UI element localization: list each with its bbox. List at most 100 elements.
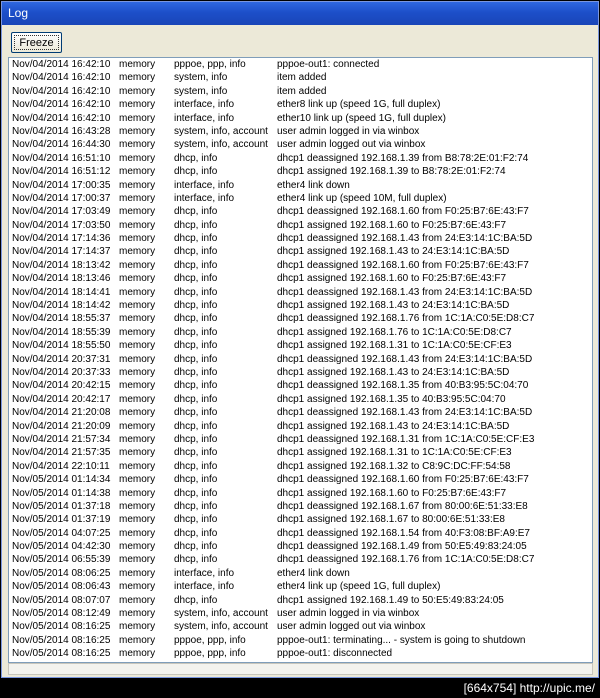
log-topics: dhcp, info bbox=[174, 152, 218, 164]
log-row[interactable]: Nov/04/2014 21:57:34 memory dhcp, info dhcp… bbox=[9, 433, 592, 446]
log-row[interactable]: Nov/04/2014 16:44:30 memory system, info, … bbox=[9, 138, 592, 151]
log-row[interactable]: Nov/04/2014 21:20:08 memory dhcp, info dhcp… bbox=[9, 406, 592, 419]
log-message: dhcp1 deassigned 192.168.1.49 from 50:E5… bbox=[277, 541, 527, 553]
log-buffer: memory bbox=[119, 634, 156, 646]
log-time: Nov/04/2014 20:37:33 bbox=[12, 366, 111, 378]
log-buffer: memory bbox=[119, 192, 156, 204]
log-row[interactable]: Nov/05/2014 01:37:19 memory dhcp, info dhcp… bbox=[9, 513, 592, 526]
log-buffer: memory bbox=[119, 166, 156, 178]
log-buffer: memory bbox=[119, 246, 156, 258]
log-row[interactable]: Nov/04/2014 17:14:37 memory dhcp, info dhcp… bbox=[9, 245, 592, 258]
log-time: Nov/04/2014 16:42:10 bbox=[12, 99, 111, 111]
log-row[interactable]: Nov/04/2014 20:42:15 memory dhcp, info dhcp… bbox=[9, 379, 592, 392]
toolbar: Freeze bbox=[2, 25, 598, 56]
log-message: user admin logged in via winbox bbox=[277, 125, 420, 137]
log-message: dhcp1 deassigned 192.168.1.31 from 1C:1A… bbox=[277, 433, 535, 445]
log-time: Nov/05/2014 08:07:07 bbox=[12, 594, 111, 606]
log-row[interactable]: Nov/05/2014 08:16:25 memory pppoe, ppp, in… bbox=[9, 634, 592, 647]
log-row[interactable]: Nov/04/2014 16:42:10 memory pppoe, ppp, in… bbox=[9, 58, 592, 71]
log-row[interactable]: Nov/05/2014 01:14:38 memory dhcp, info dhcp… bbox=[9, 487, 592, 500]
log-row[interactable]: Nov/04/2014 22:10:11 memory dhcp, info dhcp… bbox=[9, 460, 592, 473]
log-row[interactable]: Nov/04/2014 18:14:42 memory dhcp, info dhcp… bbox=[9, 299, 592, 312]
log-row[interactable]: Nov/04/2014 16:42:10 memory interface, inf… bbox=[9, 98, 592, 111]
log-topics: dhcp, info bbox=[174, 300, 218, 312]
log-message: dhcp1 deassigned 192.168.1.76 from 1C:1A… bbox=[277, 554, 535, 566]
log-message: dhcp1 assigned 192.168.1.43 to 24:E3:14:… bbox=[277, 246, 510, 258]
log-message: dhcp1 assigned 192.168.1.60 to F0:25:B7:… bbox=[277, 273, 507, 285]
log-topics: pppoe, ppp, info bbox=[174, 59, 246, 70]
log-buffer: memory bbox=[119, 541, 156, 553]
log-row[interactable]: Nov/05/2014 08:16:25 memory system, info, … bbox=[9, 620, 592, 633]
log-row[interactable]: Nov/04/2014 20:42:17 memory dhcp, info dhcp… bbox=[9, 393, 592, 406]
log-row[interactable]: Nov/04/2014 20:37:31 memory dhcp, info dhcp… bbox=[9, 353, 592, 366]
log-row[interactable]: Nov/04/2014 17:00:37 memory interface, inf… bbox=[9, 192, 592, 205]
log-time: Nov/04/2014 16:43:28 bbox=[12, 125, 111, 137]
log-topics: dhcp, info bbox=[174, 219, 218, 231]
log-row[interactable]: Nov/05/2014 08:16:25 memory pppoe, ppp, in… bbox=[9, 647, 592, 660]
log-topics: dhcp, info bbox=[174, 206, 218, 218]
log-row[interactable]: Nov/04/2014 21:20:09 memory dhcp, info dhcp… bbox=[9, 420, 592, 433]
log-time: Nov/04/2014 17:00:35 bbox=[12, 179, 111, 191]
log-row[interactable]: Nov/04/2014 16:51:10 memory dhcp, info dhcp… bbox=[9, 152, 592, 165]
log-row[interactable]: Nov/04/2014 18:55:37 memory dhcp, info dhcp… bbox=[9, 312, 592, 325]
log-message: dhcp1 assigned 192.168.1.67 to 80:00:6E:… bbox=[277, 514, 505, 526]
window-title: Log bbox=[2, 2, 598, 25]
log-message: dhcp1 assigned 192.168.1.43 to 24:E3:14:… bbox=[277, 366, 510, 378]
log-row[interactable]: Nov/05/2014 01:14:34 memory dhcp, info dhcp… bbox=[9, 473, 592, 486]
log-buffer: memory bbox=[119, 380, 156, 392]
log-topics: dhcp, info bbox=[174, 487, 218, 499]
log-time: Nov/04/2014 20:42:17 bbox=[12, 393, 111, 405]
log-row[interactable]: Nov/04/2014 18:13:42 memory dhcp, info dhcp… bbox=[9, 259, 592, 272]
log-row[interactable]: Nov/04/2014 16:42:10 memory system, info it… bbox=[9, 71, 592, 84]
log-row[interactable]: Nov/04/2014 16:42:10 memory interface, inf… bbox=[9, 112, 592, 125]
log-row[interactable]: Nov/04/2014 18:13:46 memory dhcp, info dhcp… bbox=[9, 272, 592, 285]
freeze-button[interactable]: Freeze bbox=[11, 32, 62, 53]
log-row[interactable]: Nov/05/2014 06:55:39 memory dhcp, info dhcp… bbox=[9, 553, 592, 566]
log-buffer: memory bbox=[119, 340, 156, 352]
log-topics: dhcp, info bbox=[174, 233, 218, 245]
log-row[interactable]: Nov/04/2014 16:42:10 memory system, info it… bbox=[9, 85, 592, 98]
log-row[interactable]: Nov/04/2014 17:03:50 memory dhcp, info dhcp… bbox=[9, 219, 592, 232]
log-buffer: memory bbox=[119, 393, 156, 405]
log-buffer: memory bbox=[119, 286, 156, 298]
log-topics: system, info, account bbox=[174, 608, 268, 620]
log-message: dhcp1 assigned 192.168.1.31 to 1C:1A:C0:… bbox=[277, 447, 512, 459]
log-message: dhcp1 deassigned 192.168.1.43 from 24:E3… bbox=[277, 407, 533, 419]
log-row[interactable]: Nov/04/2014 16:51:12 memory dhcp, info dhcp… bbox=[9, 165, 592, 178]
log-row[interactable]: Nov/04/2014 16:43:28 memory system, info, … bbox=[9, 125, 592, 138]
log-row[interactable]: Nov/04/2014 20:37:33 memory dhcp, info dhcp… bbox=[9, 366, 592, 379]
log-message: dhcp1 deassigned 192.168.1.54 from 40:F3… bbox=[277, 527, 530, 539]
log-row[interactable]: Nov/05/2014 08:06:25 memory interface, inf… bbox=[9, 567, 592, 580]
log-topics: interface, info bbox=[174, 192, 235, 204]
log-buffer: memory bbox=[119, 233, 156, 245]
log-row[interactable]: Nov/05/2014 08:07:07 memory dhcp, info dhcp… bbox=[9, 594, 592, 607]
log-row[interactable]: Nov/04/2014 17:14:36 memory dhcp, info dhcp… bbox=[9, 232, 592, 245]
horizontal-scrollbar[interactable] bbox=[8, 663, 593, 675]
log-topics: dhcp, info bbox=[174, 433, 218, 445]
log-buffer: memory bbox=[119, 99, 156, 111]
log-row[interactable]: Nov/04/2014 17:00:35 memory interface, inf… bbox=[9, 179, 592, 192]
log-row[interactable]: Nov/05/2014 04:42:30 memory dhcp, info dhcp… bbox=[9, 540, 592, 553]
log-buffer: memory bbox=[119, 366, 156, 378]
log-time: Nov/04/2014 16:42:10 bbox=[12, 85, 111, 97]
log-list[interactable]: Nov/04/2014 16:42:10 memory pppoe, ppp, in… bbox=[8, 57, 593, 663]
log-row[interactable]: Nov/04/2014 18:14:41 memory dhcp, info dhcp… bbox=[9, 286, 592, 299]
log-time: Nov/05/2014 06:55:39 bbox=[12, 554, 111, 566]
log-topics: interface, info bbox=[174, 179, 235, 191]
log-row[interactable]: Nov/04/2014 18:55:50 memory dhcp, info dhcp… bbox=[9, 339, 592, 352]
log-topics: system, info bbox=[174, 72, 228, 84]
log-message: pppoe-out1: connected bbox=[277, 59, 380, 70]
log-row[interactable]: Nov/04/2014 17:03:49 memory dhcp, info dhcp… bbox=[9, 205, 592, 218]
log-row[interactable]: Nov/04/2014 18:55:39 memory dhcp, info dhcp… bbox=[9, 326, 592, 339]
log-message: dhcp1 deassigned 192.168.1.43 from 24:E3… bbox=[277, 353, 533, 365]
log-buffer: memory bbox=[119, 460, 156, 472]
log-row[interactable]: Nov/05/2014 04:07:25 memory dhcp, info dhcp… bbox=[9, 527, 592, 540]
log-row[interactable]: Nov/04/2014 21:57:35 memory dhcp, info dhcp… bbox=[9, 446, 592, 459]
log-row[interactable]: Nov/05/2014 01:37:18 memory dhcp, info dhcp… bbox=[9, 500, 592, 513]
log-time: Nov/05/2014 08:16:25 bbox=[12, 648, 111, 660]
log-row[interactable]: Nov/05/2014 08:12:49 memory system, info, … bbox=[9, 607, 592, 620]
log-topics: dhcp, info bbox=[174, 393, 218, 405]
log-time: Nov/04/2014 20:37:31 bbox=[12, 353, 111, 365]
log-topics: dhcp, info bbox=[174, 353, 218, 365]
log-row[interactable]: Nov/05/2014 08:06:43 memory interface, inf… bbox=[9, 580, 592, 593]
